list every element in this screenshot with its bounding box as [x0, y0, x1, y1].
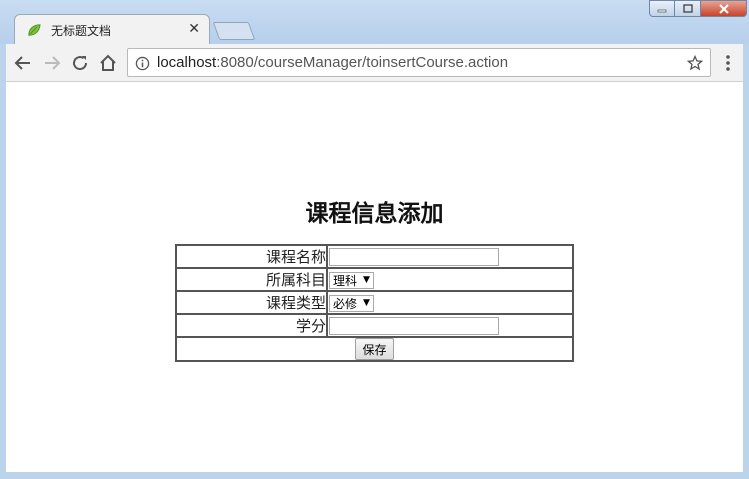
window-bottom-frame: [0, 472, 749, 479]
browser-toolbar: localhost:8080/courseManager/toinsertCou…: [6, 44, 743, 82]
leaf-icon: [28, 24, 41, 36]
save-button[interactable]: 保存: [355, 338, 394, 360]
subject-selected-value: 理科: [333, 273, 358, 288]
credit-row: 学分: [175, 313, 574, 338]
window-controls: [649, 0, 747, 18]
course-form-table: 课程名称 所属科目 理科 ▼ 课程类型 必修 ▼ 学分 保存: [175, 244, 574, 362]
close-icon: [718, 3, 729, 14]
course-name-input[interactable]: [329, 247, 499, 266]
course-type-select[interactable]: 必修 ▼: [329, 294, 374, 312]
forward-button[interactable]: [41, 52, 63, 74]
course-type-row: 课程类型 必修 ▼: [175, 290, 574, 315]
back-arrow-icon: [14, 56, 30, 70]
home-button[interactable]: [97, 52, 119, 74]
dropdown-arrow-icon: ▼: [363, 298, 370, 308]
forward-arrow-icon: [45, 56, 61, 70]
menu-dots-icon[interactable]: [720, 53, 736, 73]
maximize-button[interactable]: [675, 0, 701, 17]
home-icon: [100, 54, 116, 71]
subject-select[interactable]: 理科 ▼: [329, 271, 374, 289]
credit-label: 学分: [175, 313, 328, 338]
maximize-icon: [682, 4, 693, 13]
reload-icon: [73, 56, 88, 71]
page-title: 课程信息添加: [305, 201, 444, 227]
minimize-button[interactable]: [649, 0, 675, 17]
browser-tab[interactable]: 无标题文档 ✕: [14, 14, 210, 44]
info-icon[interactable]: [135, 56, 150, 71]
address-bar[interactable]: localhost:8080/courseManager/toinsertCou…: [127, 48, 711, 77]
page-content: 课程信息添加 课程名称 所属科目 理科 ▼ 课程类型 必修 ▼ 学分 保存: [6, 82, 743, 472]
reload-button[interactable]: [69, 52, 91, 74]
subject-row: 所属科目 理科 ▼: [175, 267, 574, 292]
close-tab-icon[interactable]: ✕: [188, 20, 200, 38]
window-titlebar: 无标题文档 ✕: [0, 0, 749, 44]
submit-row: 保存: [175, 336, 574, 362]
minimize-icon: [657, 9, 667, 12]
new-tab-button[interactable]: [212, 22, 256, 40]
course-name-label: 课程名称: [175, 244, 328, 269]
credit-input[interactable]: [329, 316, 499, 335]
course-type-label: 课程类型: [175, 290, 328, 315]
bookmark-star-icon[interactable]: [687, 55, 703, 71]
course-type-selected-value: 必修: [333, 296, 358, 311]
dropdown-arrow-icon: ▼: [363, 275, 370, 285]
url-text[interactable]: localhost:8080/courseManager/toinsertCou…: [157, 54, 508, 71]
course-name-row: 课程名称: [175, 244, 574, 269]
back-button[interactable]: [12, 52, 34, 74]
close-window-button[interactable]: [701, 0, 747, 17]
tab-title: 无标题文档: [51, 24, 112, 38]
subject-label: 所属科目: [175, 267, 328, 292]
